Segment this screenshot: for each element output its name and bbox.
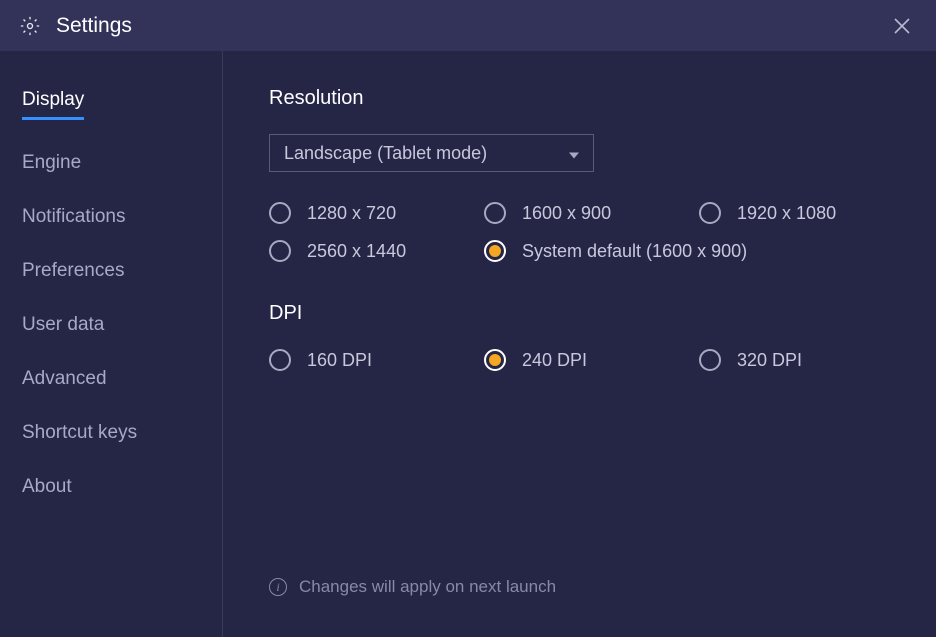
- sidebar-item-display[interactable]: Display: [22, 89, 84, 120]
- radio-icon: [484, 240, 506, 262]
- radio-icon: [269, 349, 291, 371]
- sidebar-item-advanced[interactable]: Advanced: [22, 368, 107, 390]
- sidebar-item-about[interactable]: About: [22, 476, 72, 498]
- resolution-option-1600x900[interactable]: 1600 x 900: [484, 202, 699, 224]
- sidebar-item-label: About: [22, 476, 72, 497]
- radio-label: 320 DPI: [737, 350, 802, 371]
- main-panel: Resolution Landscape (Tablet mode) 1280 …: [223, 51, 936, 637]
- sidebar-item-label: Advanced: [22, 368, 107, 389]
- sidebar-item-userdata[interactable]: User data: [22, 314, 104, 336]
- radio-label: 1600 x 900: [522, 203, 611, 224]
- dpi-title: DPI: [269, 302, 896, 325]
- resolution-option-1920x1080[interactable]: 1920 x 1080: [699, 202, 896, 224]
- sidebar-item-label: Display: [22, 89, 84, 110]
- radio-icon: [269, 240, 291, 262]
- window-title: Settings: [56, 14, 132, 38]
- radio-label: System default (1600 x 900): [522, 241, 747, 262]
- radio-icon: [699, 349, 721, 371]
- close-button[interactable]: [886, 10, 918, 42]
- dpi-option-240[interactable]: 240 DPI: [484, 349, 699, 371]
- close-icon: [894, 18, 910, 34]
- info-text: Changes will apply on next launch: [299, 577, 556, 597]
- sidebar-item-preferences[interactable]: Preferences: [22, 260, 124, 282]
- sidebar-item-label: User data: [22, 314, 104, 335]
- radio-icon: [484, 202, 506, 224]
- info-icon: i: [269, 578, 287, 596]
- chevron-down-icon: [569, 143, 579, 164]
- radio-label: 1280 x 720: [307, 203, 396, 224]
- resolution-option-1280x720[interactable]: 1280 x 720: [269, 202, 484, 224]
- resolution-option-systemdefault[interactable]: System default (1600 x 900): [484, 240, 896, 262]
- orientation-select-value: Landscape (Tablet mode): [284, 143, 487, 164]
- dpi-option-160[interactable]: 160 DPI: [269, 349, 484, 371]
- radio-icon: [269, 202, 291, 224]
- sidebar-item-label: Shortcut keys: [22, 422, 137, 443]
- sidebar-item-notifications[interactable]: Notifications: [22, 206, 126, 228]
- sidebar-item-shortcutkeys[interactable]: Shortcut keys: [22, 422, 137, 444]
- titlebar: Settings: [0, 0, 936, 51]
- radio-icon: [699, 202, 721, 224]
- dpi-radio-group: 160 DPI 240 DPI 320 DPI: [269, 349, 896, 371]
- radio-label: 2560 x 1440: [307, 241, 406, 262]
- radio-label: 240 DPI: [522, 350, 587, 371]
- radio-label: 1920 x 1080: [737, 203, 836, 224]
- radio-dot-icon: [489, 354, 501, 366]
- resolution-option-2560x1440[interactable]: 2560 x 1440: [269, 240, 484, 262]
- info-bar: i Changes will apply on next launch: [269, 577, 556, 597]
- dpi-option-320[interactable]: 320 DPI: [699, 349, 896, 371]
- radio-label: 160 DPI: [307, 350, 372, 371]
- sidebar-item-label: Notifications: [22, 206, 126, 227]
- radio-icon: [484, 349, 506, 371]
- sidebar-item-engine[interactable]: Engine: [22, 152, 81, 174]
- sidebar: Display Engine Notifications Preferences…: [0, 51, 223, 637]
- sidebar-item-label: Preferences: [22, 260, 124, 281]
- resolution-title: Resolution: [269, 87, 896, 110]
- radio-dot-icon: [489, 245, 501, 257]
- orientation-select[interactable]: Landscape (Tablet mode): [269, 134, 594, 172]
- gear-icon: [20, 16, 40, 36]
- sidebar-item-label: Engine: [22, 152, 81, 173]
- resolution-radio-group: 1280 x 720 1600 x 900 1920 x 1080 2560 x…: [269, 202, 896, 262]
